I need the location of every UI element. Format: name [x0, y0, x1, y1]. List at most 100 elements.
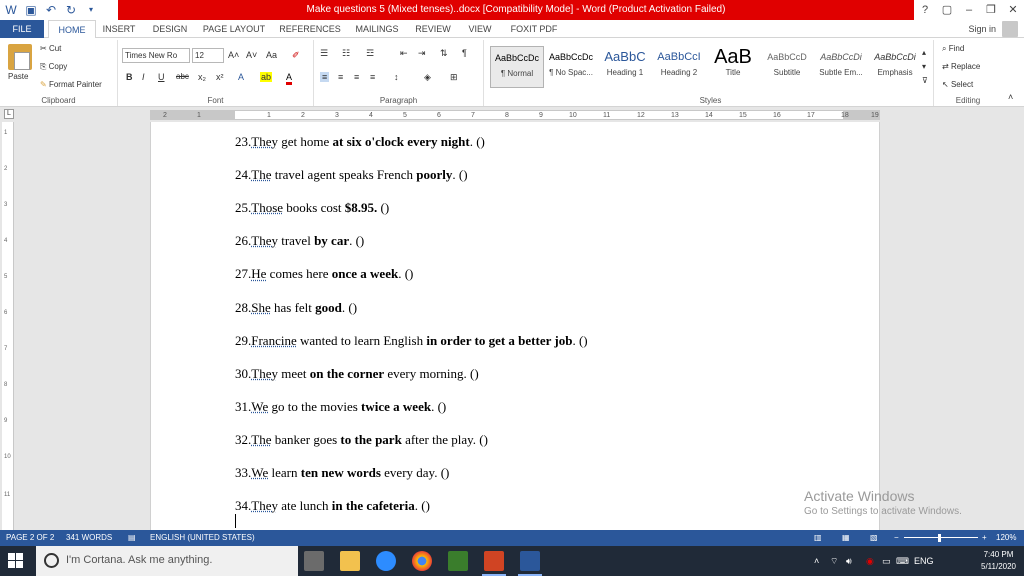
style-subtitle[interactable]: AaBbCcD Subtitle [760, 46, 814, 88]
save-icon[interactable]: ▣ [24, 3, 38, 17]
find-button[interactable]: ⌕ Find [942, 44, 964, 54]
ruler-bar[interactable]: 2 1 1 2 3 4 5 6 7 8 9 10 11 12 13 14 15 … [150, 110, 880, 120]
language-indicator[interactable]: ENGLISH (UNITED STATES) [150, 530, 255, 546]
collapse-ribbon-icon[interactable]: ˄ [1008, 92, 1013, 102]
justify-icon[interactable]: ≡ [370, 72, 375, 82]
vertical-ruler[interactable]: 1 2 3 4 5 6 7 8 9 10 11 [2, 122, 14, 530]
shading-icon[interactable]: ◈ [424, 72, 431, 83]
line-spacing-icon[interactable]: ↕ [394, 72, 399, 82]
customize-qat-icon[interactable]: ▾ [84, 3, 98, 17]
question-line[interactable]: 28.She has felt good. () [235, 300, 357, 316]
text-effects-button[interactable]: A [238, 72, 244, 82]
question-line[interactable]: 23.They get home at six o'clock every ni… [235, 134, 485, 150]
camtasia-icon[interactable] [448, 551, 468, 571]
strikethrough-button[interactable]: abc [176, 72, 189, 81]
sort-icon[interactable]: ⇅ [440, 48, 448, 59]
align-center-icon[interactable]: ≡ [338, 72, 343, 82]
zoom-app-icon[interactable] [376, 551, 396, 571]
decrease-indent-icon[interactable]: ⇤ [400, 48, 408, 59]
format-painter-button[interactable]: ✎ Format Painter [40, 80, 102, 89]
proofing-icon[interactable]: ▤ [128, 530, 136, 546]
bullets-icon[interactable]: ☰ [320, 48, 328, 59]
tab-page-layout[interactable]: PAGE LAYOUT [200, 20, 268, 38]
clear-formatting-icon[interactable]: ✐ [292, 50, 300, 61]
restore-button[interactable]: ❐ [980, 0, 1002, 20]
question-line[interactable]: 32.The banker goes to the park after the… [235, 432, 488, 448]
close-button[interactable]: ✕ [1002, 0, 1024, 20]
subscript-button[interactable]: x₂ [198, 72, 206, 82]
style-heading-1[interactable]: AaBbC Heading 1 [598, 46, 652, 88]
task-view-icon[interactable] [304, 551, 324, 571]
keyboard-icon[interactable]: ⌨ [896, 546, 909, 576]
tab-foxit-pdf[interactable]: FOXIT PDF [506, 20, 562, 38]
question-line[interactable]: 26.They travel by car. () [235, 233, 364, 249]
word-app-icon[interactable]: W [4, 3, 18, 17]
question-line[interactable]: 24.The travel agent speaks French poorly… [235, 167, 468, 183]
select-button[interactable]: ↖ Select [942, 80, 973, 89]
paste-icon[interactable] [8, 44, 32, 70]
style-title[interactable]: AaB Title [706, 46, 760, 88]
tab-home[interactable]: HOME [48, 20, 96, 39]
word-count[interactable]: 341 WORDS [66, 530, 112, 546]
question-line[interactable]: 33.We learn ten new words every day. () [235, 465, 449, 481]
tray-overflow-icon[interactable]: ˄ [814, 546, 819, 576]
numbering-icon[interactable]: ☷ [342, 48, 350, 59]
page-count[interactable]: PAGE 2 OF 2 [6, 530, 54, 546]
style-normal[interactable]: AaBbCcDc ¶ Normal [490, 46, 544, 88]
print-layout-icon[interactable]: ▦ [842, 530, 850, 546]
document-page[interactable]: 23.They get home at six o'clock every ni… [150, 122, 880, 530]
tab-review[interactable]: REVIEW [412, 20, 454, 38]
volume-icon[interactable]: 🔊︎ [846, 546, 852, 576]
copy-button[interactable]: ⎘ Copy [40, 62, 67, 72]
styles-scroll-down-icon[interactable]: ▾ [922, 62, 926, 71]
battery-icon[interactable]: ▭ [882, 546, 891, 576]
document-area[interactable]: 23.They get home at six o'clock every ni… [14, 122, 1024, 530]
grow-font-button[interactable]: A˄ [228, 50, 239, 60]
windows-start-icon[interactable] [8, 553, 24, 569]
show-formatting-icon[interactable]: ¶ [462, 48, 467, 58]
redo-icon[interactable]: ↻ [64, 3, 78, 17]
account-avatar[interactable] [1002, 21, 1018, 37]
highlight-button[interactable]: ab [260, 72, 273, 82]
bold-button[interactable]: B [126, 72, 133, 82]
clock[interactable]: 7:40 PM 5/11/2020 [981, 549, 1016, 573]
styles-more-icon[interactable]: ⊽ [922, 76, 928, 85]
zoom-level[interactable]: 120% [996, 530, 1016, 546]
tab-file[interactable]: FILE [0, 20, 44, 38]
zoom-out-button[interactable]: − [894, 530, 899, 546]
tab-mailings[interactable]: MAILINGS [350, 20, 404, 38]
zoom-slider-thumb[interactable] [938, 534, 941, 542]
question-line[interactable]: 29.Francine wanted to learn English in o… [235, 333, 588, 349]
question-line[interactable]: 34.They ate lunch in the cafeteria. () [235, 498, 430, 514]
paste-button[interactable]: Paste [8, 72, 28, 81]
font-family-select[interactable]: Times New Ro [122, 48, 190, 63]
question-line[interactable]: 30.They meet on the corner every morning… [235, 366, 479, 382]
tab-view[interactable]: VIEW [462, 20, 498, 38]
cortana-search-box[interactable]: I'm Cortana. Ask me anything. [36, 546, 298, 576]
style-no-spacing[interactable]: AaBbCcDc ¶ No Spac... [544, 46, 598, 88]
question-line[interactable]: 31.We go to the movies twice a week. () [235, 399, 446, 415]
shrink-font-button[interactable]: A˅ [246, 50, 257, 60]
network-icon[interactable]: ⌔ [830, 546, 838, 576]
read-mode-icon[interactable]: ▥ [814, 530, 822, 546]
style-subtle-emphasis[interactable]: AaBbCcDi Subtle Em... [814, 46, 868, 88]
antivirus-icon[interactable]: ◉ [866, 546, 874, 576]
minimize-button[interactable]: – [958, 0, 980, 20]
increase-indent-icon[interactable]: ⇥ [418, 48, 426, 59]
cut-button[interactable]: ✂ Cut [40, 44, 61, 53]
zoom-slider[interactable] [904, 537, 978, 538]
question-line[interactable]: 27.He comes here once a week. () [235, 266, 413, 282]
tab-design[interactable]: DESIGN [148, 20, 192, 38]
style-heading-2[interactable]: AaBbCcI Heading 2 [652, 46, 706, 88]
tab-insert[interactable]: INSERT [100, 20, 138, 38]
styles-scroll-up-icon[interactable]: ▴ [922, 48, 926, 57]
sign-in-link[interactable]: Sign in [968, 20, 996, 38]
word-taskbar-icon[interactable] [518, 551, 542, 576]
italic-button[interactable]: I [142, 72, 145, 82]
input-language[interactable]: ENG [914, 546, 934, 576]
tab-selector[interactable]: L [4, 109, 14, 119]
powerpoint-icon[interactable] [482, 551, 506, 576]
chrome-icon[interactable] [412, 551, 432, 571]
file-explorer-icon[interactable] [340, 551, 360, 571]
multilevel-list-icon[interactable]: ☲ [366, 48, 374, 59]
